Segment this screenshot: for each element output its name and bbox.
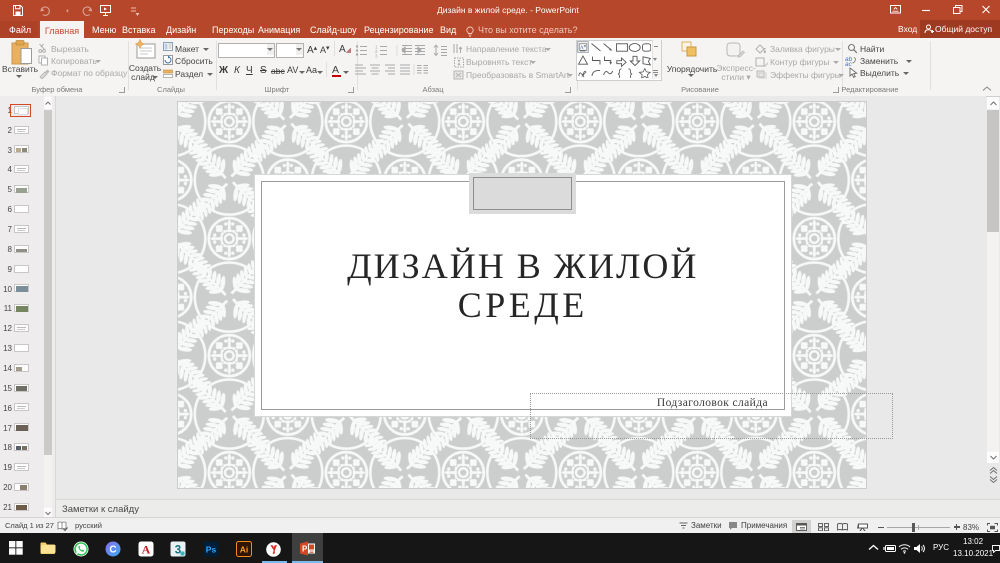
svg-text:P: P <box>302 545 308 554</box>
svg-text:Ai: Ai <box>239 544 248 554</box>
svg-text:ac: ac <box>845 61 853 66</box>
svg-text:Ps: Ps <box>206 544 217 554</box>
svg-text:3: 3 <box>175 544 181 556</box>
svg-text:A: A <box>141 542 150 556</box>
svg-text:C: C <box>109 544 116 555</box>
svg-text:A: A <box>580 45 584 51</box>
svg-text:3: 3 <box>375 54 378 59</box>
